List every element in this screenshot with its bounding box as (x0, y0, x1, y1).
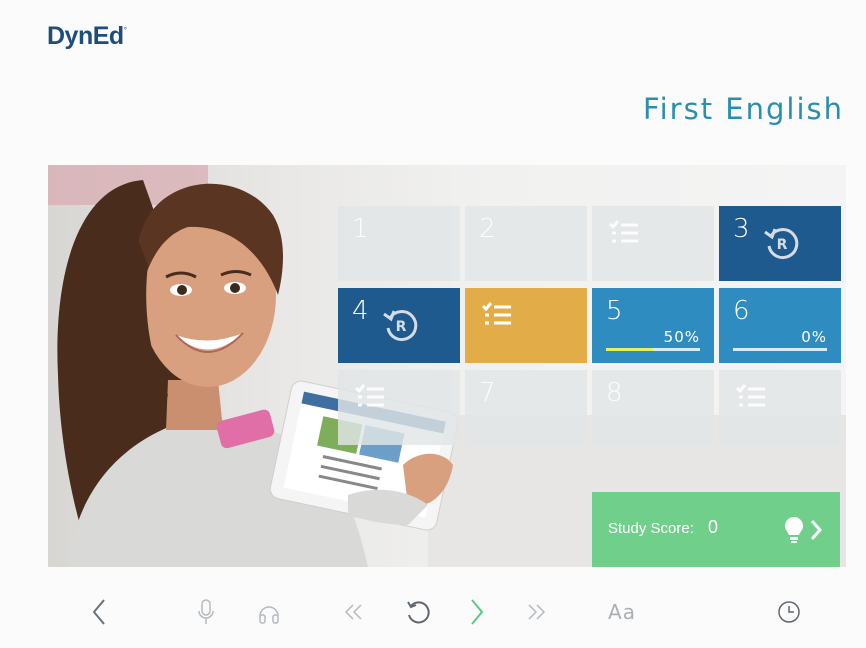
chevron-right-icon (810, 520, 823, 540)
headphones-icon (259, 606, 279, 624)
back-button[interactable] (82, 586, 116, 638)
study-score-panel[interactable]: Study Score: 0 (592, 492, 840, 567)
clock-icon (778, 601, 800, 623)
next-button[interactable] (460, 586, 494, 638)
lesson-tile-6[interactable]: 6 0% (719, 288, 841, 363)
svg-text:R: R (777, 237, 788, 253)
hero-panel: 1 2 3 R 4 R 5 50% 6 0% 7 8 Study Score: … (48, 165, 846, 567)
lesson-tile-2[interactable]: 2 (465, 206, 587, 281)
lesson-tile-5[interactable]: 5 50% (592, 288, 714, 363)
quiz-tile-1[interactable] (592, 206, 714, 281)
replay-button[interactable] (401, 586, 435, 638)
quiz-tile-2[interactable] (465, 288, 587, 363)
quiz-tile-3[interactable] (338, 370, 460, 445)
next-icon (471, 599, 484, 625)
text-size-button[interactable]: Aa (602, 586, 642, 638)
progress-bar (733, 348, 827, 351)
lightbulb-icon (785, 517, 823, 543)
replay-icon (407, 601, 430, 624)
lesson-tile-1[interactable]: 1 (338, 206, 460, 281)
svg-text:R: R (396, 319, 407, 335)
dyned-logo: DynEd° (47, 22, 127, 50)
checklist-icon (354, 384, 384, 407)
lesson-tile-3[interactable]: 3 R (719, 206, 841, 281)
lesson-tile-7[interactable]: 7 (465, 370, 587, 445)
progress-percent: 50% (663, 328, 700, 346)
microphone-button[interactable] (189, 586, 223, 638)
review-icon: R (383, 310, 418, 342)
rewind-icon (344, 604, 362, 620)
study-score-value: 0 (708, 517, 719, 537)
checklist-icon (481, 302, 511, 325)
review-icon: R (764, 228, 799, 260)
rewind-button[interactable] (337, 586, 371, 638)
headphones-button[interactable] (252, 586, 286, 638)
progress-percent: 0% (801, 328, 827, 346)
quiz-tile-4[interactable] (719, 370, 841, 445)
text-size-label: Aa (608, 600, 636, 624)
microphone-icon (198, 599, 214, 624)
progress-bar (606, 348, 700, 351)
checklist-icon (608, 220, 638, 243)
back-icon (92, 599, 105, 625)
lesson-tile-8[interactable]: 8 (592, 370, 714, 445)
course-title: First English (643, 92, 844, 126)
lesson-tile-4[interactable]: 4 R (338, 288, 460, 363)
fast-forward-button[interactable] (519, 586, 553, 638)
study-score-label: Study Score: (608, 520, 694, 537)
checklist-icon (735, 384, 765, 407)
timer-button[interactable] (772, 586, 806, 638)
bottom-toolbar: Aa (0, 586, 866, 638)
fast-forward-icon (528, 604, 546, 620)
